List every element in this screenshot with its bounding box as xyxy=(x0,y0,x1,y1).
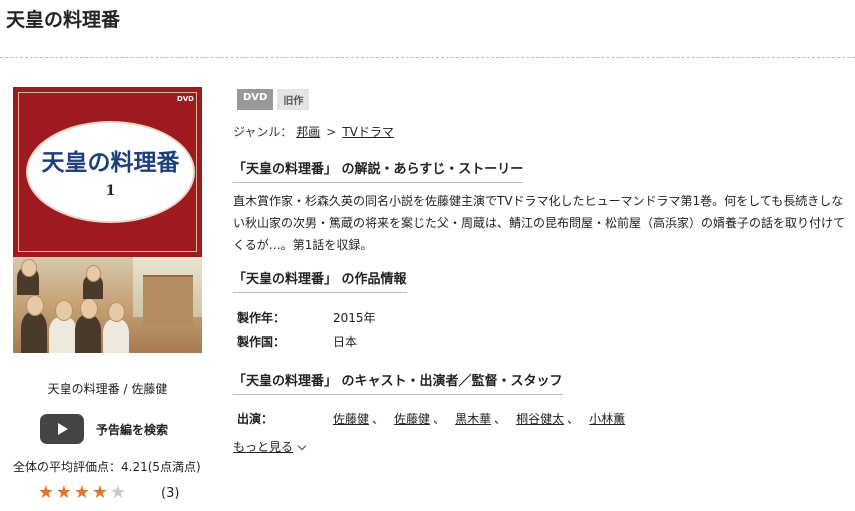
trailer-search-button[interactable]: 予告編を検索 xyxy=(40,414,168,444)
star-icon: ★ xyxy=(91,482,109,503)
photo-building xyxy=(143,275,193,325)
average-rating-text: 全体の平均評価点：4.21(5点満点) xyxy=(13,460,201,474)
star-icon: ★ xyxy=(109,482,127,503)
chevron-down-icon xyxy=(297,441,307,451)
show-more-link[interactable]: もっと見る xyxy=(233,438,307,455)
photo-face xyxy=(86,265,101,282)
genre-label: ジャンル： xyxy=(233,125,293,139)
work-info-heading: 「天皇の料理番」 の作品情報 xyxy=(233,268,407,293)
jacket-top-panel: DVD 天皇の料理番 1 xyxy=(13,87,202,257)
production-year-label: 製作年： xyxy=(237,311,286,325)
star-icon: ★ xyxy=(37,482,55,503)
genre-breadcrumb: ジャンル： 邦画 > TVドラマ xyxy=(233,123,394,140)
format-badges: DVD 旧作 xyxy=(237,89,310,110)
cast-separator: 、 xyxy=(494,412,507,426)
photo-face xyxy=(21,259,37,277)
photo-figure xyxy=(103,319,129,353)
cast-list: 佐藤健、 佐藤健、 黒木華、 桐谷健太、 小林薫 xyxy=(333,410,625,427)
production-country-value: 日本 xyxy=(333,335,358,349)
title-divider xyxy=(0,57,855,58)
play-icon xyxy=(40,414,84,444)
jacket-dvd-mark: DVD xyxy=(176,95,194,103)
cast-link[interactable]: 佐藤健 xyxy=(333,410,369,427)
photo-figure xyxy=(49,317,77,353)
synopsis-text: 直木賞作家・杉森久英の同名小説を佐藤健主演でTVドラマ化したヒューマンドラマ第1… xyxy=(233,194,846,252)
photo-face xyxy=(80,298,98,319)
show-more-label: もっと見る xyxy=(233,440,294,454)
photo-figure xyxy=(21,312,47,353)
jacket-title: 天皇の料理番 xyxy=(41,149,180,176)
production-year-value: 2015年 xyxy=(333,311,376,325)
photo-face xyxy=(108,302,125,322)
jacket-volume: 1 xyxy=(105,183,116,199)
cast-link[interactable]: 小林薫 xyxy=(589,410,625,427)
genre-link-hoga[interactable]: 邦画 xyxy=(296,125,320,139)
cast-label: 出演： xyxy=(237,412,274,426)
star-icon: ★ xyxy=(73,482,91,503)
cast-link[interactable]: 佐藤健 xyxy=(394,410,430,427)
trailer-search-label: 予告編を検索 xyxy=(96,422,169,437)
cast-separator: 、 xyxy=(567,412,580,426)
review-count[interactable]: (3) xyxy=(161,486,179,501)
photo-face xyxy=(26,295,44,316)
genre-link-tvdrama[interactable]: TVドラマ xyxy=(342,125,394,139)
jacket-caption: 天皇の料理番 / 佐藤健 xyxy=(47,382,168,396)
breadcrumb-separator: > xyxy=(326,125,337,139)
dvd-jacket-image[interactable]: DVD 天皇の料理番 1 xyxy=(13,87,202,353)
synopsis-heading: 「天皇の料理番」 の解説・あらすじ・ストーリー xyxy=(233,158,524,183)
jacket-cast-photo xyxy=(13,257,202,353)
cast-link[interactable]: 黒木華 xyxy=(455,410,491,427)
cast-staff-heading: 「天皇の料理番」 のキャスト・出演者／監督・スタッフ xyxy=(233,370,563,395)
cast-link[interactable]: 桐谷健太 xyxy=(516,410,564,427)
rating-stars: ★ ★ ★ ★ ★ xyxy=(37,484,127,502)
cast-separator: 、 xyxy=(433,412,446,426)
dvd-badge: DVD xyxy=(237,89,274,110)
star-icon: ★ xyxy=(55,482,73,503)
photo-figure xyxy=(75,315,101,353)
old-release-badge: 旧作 xyxy=(277,89,310,110)
page-title: 天皇の料理番 xyxy=(6,9,121,31)
cast-separator: 、 xyxy=(372,412,385,426)
photo-face xyxy=(55,300,73,321)
production-country-label: 製作国： xyxy=(237,335,286,349)
jacket-title-oval: 天皇の料理番 1 xyxy=(26,121,195,223)
